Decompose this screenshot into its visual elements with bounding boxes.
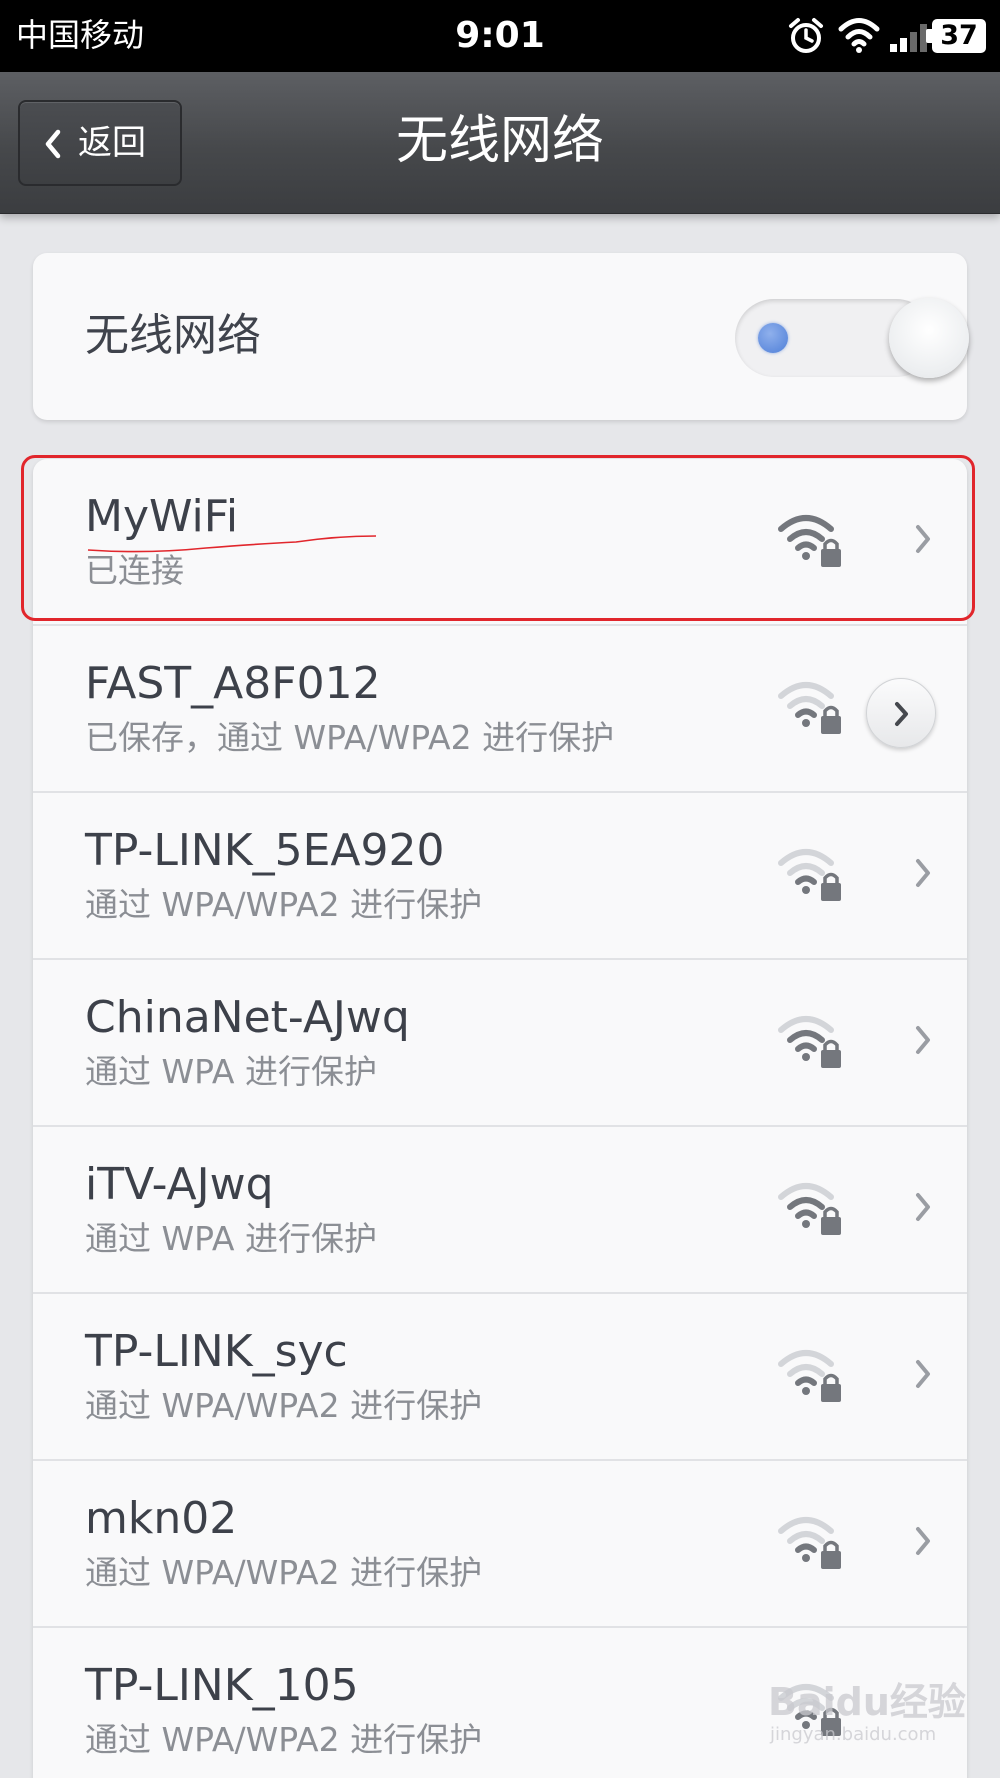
wifi-lock-icon [778,1350,841,1402]
network-row-itv-ajwq[interactable]: iTV-AJwq 通过 WPA 进行保护 [33,1127,967,1294]
wifi-lock-icon [778,1517,841,1569]
network-row-fast-a8f012[interactable]: FAST_A8F012 已保存，通过 WPA/WPA2 进行保护 [33,626,967,793]
network-row-tp-link-5ea920[interactable]: TP-LINK_5EA920 通过 WPA/WPA2 进行保护 [33,793,967,960]
network-status: 通过 WPA/WPA2 进行保护 [85,1386,483,1425]
network-ssid: iTV-AJwq [85,1159,274,1210]
network-list: MyWiFi 已连接 FAST_A8F012 已保存，通过 WPA/WPA2 进… [33,459,967,1778]
chevron-right-icon [916,859,930,887]
chevron-right-icon [895,702,908,726]
network-row-mkn02[interactable]: mkn02 通过 WPA/WPA2 进行保护 [33,1461,967,1628]
toggle-knob[interactable] [889,298,969,378]
network-status: 通过 WPA 进行保护 [85,1219,377,1258]
network-detail-button[interactable] [866,678,936,748]
network-row-mywifi[interactable]: MyWiFi 已连接 [33,459,967,626]
wifi-lock-icon [778,1016,841,1068]
network-ssid: TP-LINK_syc [85,1326,348,1377]
wifi-lock-icon [778,849,841,901]
network-ssid: TP-LINK_5EA920 [85,825,445,876]
battery-icon: 37 [926,19,986,53]
chevron-right-icon [916,1193,930,1221]
network-status: 已保存，通过 WPA/WPA2 进行保护 [85,718,615,757]
toggle-on-indicator [758,323,788,353]
network-status: 通过 WPA/WPA2 进行保护 [85,1720,483,1759]
network-status: 已连接 [85,551,184,590]
page-title: 无线网络 [395,111,604,171]
network-status: 通过 WPA/WPA2 进行保护 [85,1553,483,1592]
network-ssid: MyWiFi [85,491,239,542]
wifi-signal-icon [838,18,880,53]
wifi-toggle-switch[interactable] [735,298,969,378]
chevron-right-icon [916,1527,930,1555]
wifi-toggle-card: 无线网络 [33,253,969,420]
chevron-right-icon [916,1026,930,1054]
status-bar: 中国移动 9:01 37 [0,0,1000,72]
network-row-tp-link-105[interactable]: TP-LINK_105 通过 WPA/WPA2 进行保护 [33,1628,967,1778]
network-ssid: FAST_A8F012 [85,658,381,709]
status-icons: 37 [786,14,986,58]
title-bar: 返回 无线网络 [0,72,1000,214]
wifi-lock-icon [778,682,841,734]
battery-level: 37 [932,19,986,53]
wifi-lock-icon [778,1183,841,1235]
network-status: 通过 WPA/WPA2 进行保护 [85,885,483,924]
chevron-right-icon [916,525,930,553]
chevron-right-icon [916,1360,930,1388]
alarm-icon [789,18,823,53]
wifi-lock-icon [778,515,841,567]
network-ssid: ChinaNet-AJwq [85,992,410,1043]
network-status: 通过 WPA 进行保护 [85,1052,377,1091]
network-ssid: mkn02 [85,1493,238,1544]
network-row-chinanet-ajwq[interactable]: ChinaNet-AJwq 通过 WPA 进行保护 [33,960,967,1127]
wifi-lock-icon [778,1684,841,1736]
network-ssid: TP-LINK_105 [85,1660,359,1711]
network-row-tp-link-syc[interactable]: TP-LINK_syc 通过 WPA/WPA2 进行保护 [33,1294,967,1461]
wifi-toggle-label: 无线网络 [85,310,261,361]
